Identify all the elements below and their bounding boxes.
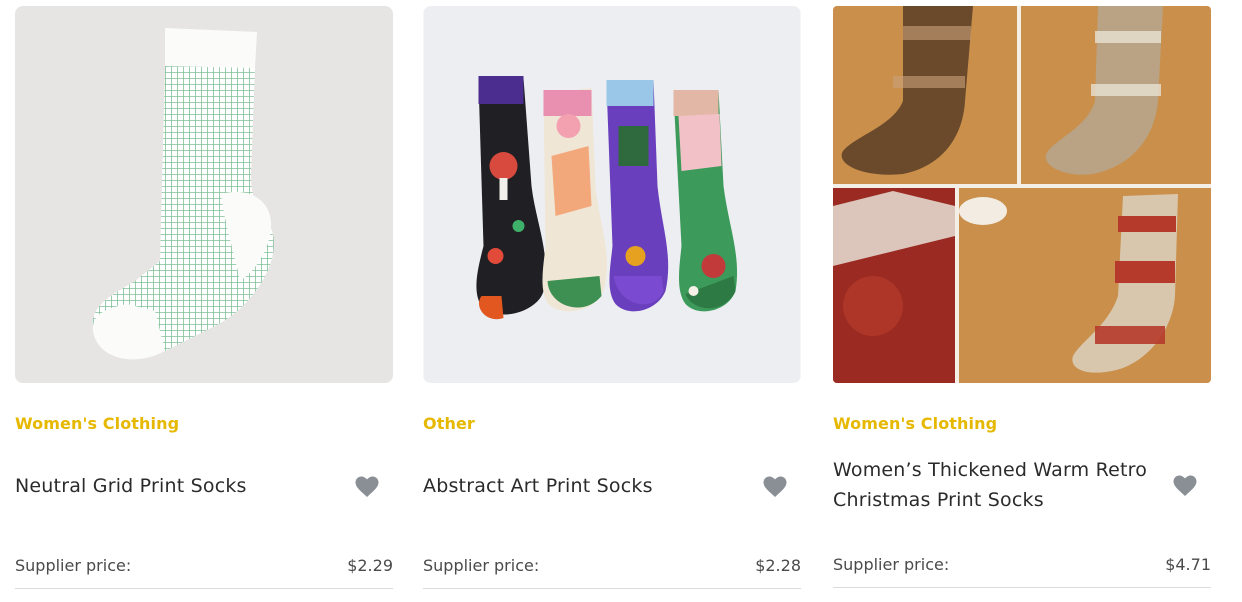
- product-title[interactable]: Abstract Art Print Socks: [423, 471, 743, 501]
- product-card[interactable]: Women's Clothing Neutral Grid Print Sock…: [15, 0, 393, 602]
- product-image[interactable]: [833, 6, 1211, 383]
- price-label: Supplier price:: [833, 555, 950, 574]
- price-label: Supplier price:: [15, 556, 132, 575]
- product-category[interactable]: Women's Clothing: [15, 414, 179, 433]
- price-row: Supplier price: $4.71: [833, 552, 1211, 588]
- price-value: $2.28: [755, 556, 801, 575]
- heart-icon[interactable]: [1173, 475, 1197, 497]
- product-card[interactable]: Other Abstract Art Print Socks Supplier …: [423, 0, 801, 602]
- price-row: Supplier price: $2.28: [423, 553, 801, 589]
- product-image[interactable]: [423, 6, 801, 383]
- product-category[interactable]: Women's Clothing: [833, 414, 997, 433]
- heart-icon[interactable]: [763, 476, 787, 498]
- product-title[interactable]: Women’s Thickened Warm Retro Christmas P…: [833, 455, 1153, 515]
- product-title[interactable]: Neutral Grid Print Socks: [15, 471, 335, 501]
- product-category[interactable]: Other: [423, 414, 475, 433]
- price-row: Supplier price: $2.29: [15, 553, 393, 589]
- heart-icon[interactable]: [355, 476, 379, 498]
- price-value: $4.71: [1165, 555, 1211, 574]
- price-value: $2.29: [347, 556, 393, 575]
- price-label: Supplier price:: [423, 556, 540, 575]
- product-card[interactable]: Women's Clothing Women’s Thickened Warm …: [833, 0, 1211, 602]
- product-image[interactable]: [15, 6, 393, 383]
